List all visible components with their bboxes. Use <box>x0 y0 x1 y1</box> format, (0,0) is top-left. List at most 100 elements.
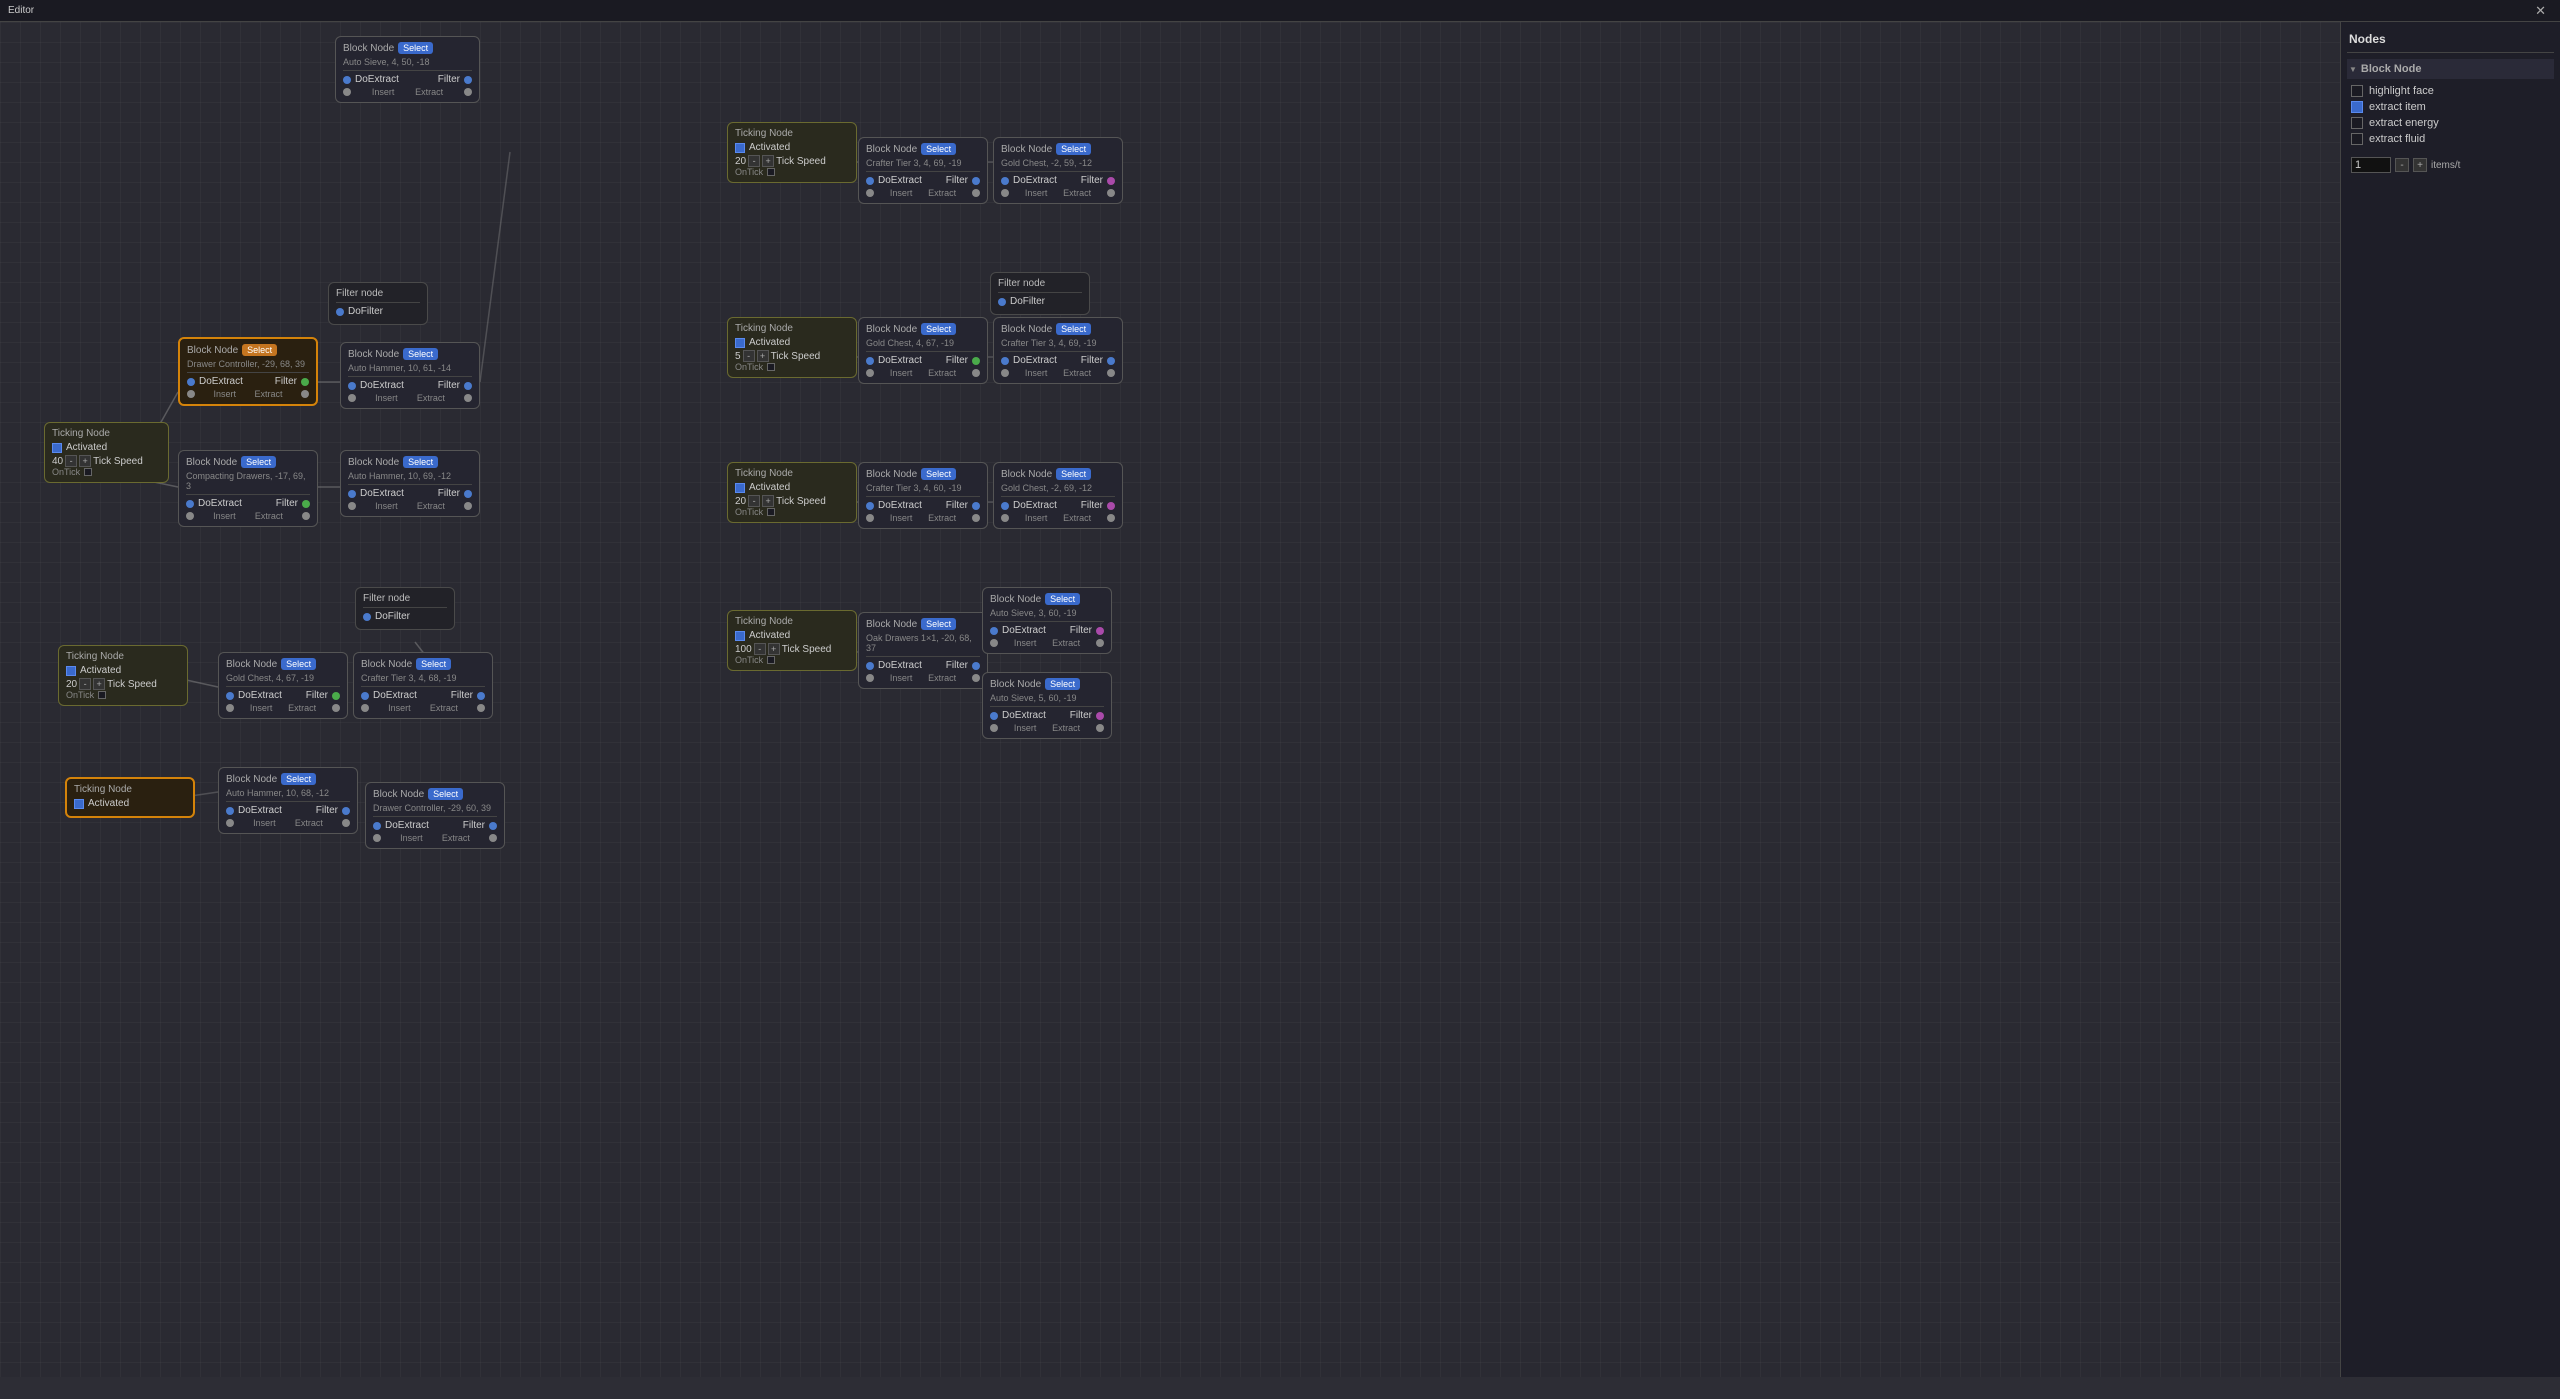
activated-checkbox[interactable] <box>735 483 745 493</box>
node-block-autosieve2[interactable]: Block Node Select Auto Sieve, 3, 60, -19… <box>982 587 1112 654</box>
tick-plus[interactable]: + <box>762 155 774 167</box>
node-block-crafter4[interactable]: Block Node Select Crafter Tier 3, 4, 68,… <box>353 652 493 719</box>
select-button[interactable]: Select <box>398 42 433 54</box>
sidebar-item-extract-energy[interactable]: extract energy <box>2347 115 2554 131</box>
select-button[interactable]: Select <box>403 456 438 468</box>
activated-row: Activated <box>735 482 849 493</box>
tick-plus[interactable]: + <box>768 643 780 655</box>
tick-minus[interactable]: - <box>65 455 77 467</box>
select-button[interactable]: Select <box>1056 323 1091 335</box>
node-block-autohammer3[interactable]: Block Node Select Auto Hammer, 10, 68, -… <box>218 767 358 834</box>
tick-speed-row: 100 - + Tick Speed <box>735 643 849 655</box>
extract-item-checkbox[interactable] <box>2351 101 2363 113</box>
activated-checkbox[interactable] <box>735 143 745 153</box>
node-ticking-4[interactable]: Ticking Node Activated 20 - + Tick Speed… <box>727 462 857 523</box>
node-block-drawerctrl[interactable]: Block Node Select Drawer Controller, -29… <box>178 337 318 406</box>
counter-plus[interactable]: + <box>2413 158 2427 172</box>
node-type: Ticking Node <box>735 616 793 627</box>
counter-input[interactable] <box>2351 157 2391 173</box>
tick-plus[interactable]: + <box>762 495 774 507</box>
tick-minus[interactable]: - <box>743 350 755 362</box>
node-block-crafter1[interactable]: Block Node Select Crafter Tier 3, 4, 69,… <box>858 137 988 204</box>
extract-label: Extract <box>415 87 443 97</box>
select-button[interactable]: Select <box>241 456 276 468</box>
node-filter-3[interactable]: Filter node DoFilter <box>355 587 455 630</box>
node-block-compacting[interactable]: Block Node Select Compacting Drawers, -1… <box>178 450 318 527</box>
node-ticking-5[interactable]: Ticking Node Activated 20 - + Tick Speed… <box>58 645 188 706</box>
ontick-checkbox[interactable] <box>98 691 106 699</box>
tick-plus[interactable]: + <box>757 350 769 362</box>
node-ticking-3[interactable]: Ticking Node Activated 5 - + Tick Speed … <box>727 317 857 378</box>
node-ticking-activated[interactable]: Ticking Node Activated <box>65 777 195 818</box>
activated-checkbox[interactable] <box>735 338 745 348</box>
insert-port <box>348 394 356 402</box>
extract-fluid-checkbox[interactable] <box>2351 133 2363 145</box>
highlight-face-checkbox[interactable] <box>2351 85 2363 97</box>
insert-port <box>1001 514 1009 522</box>
select-button[interactable]: Select <box>1045 678 1080 690</box>
select-button[interactable]: Select <box>1045 593 1080 605</box>
filter-dot <box>464 76 472 84</box>
select-button[interactable]: Select <box>921 143 956 155</box>
select-button[interactable]: Select <box>403 348 438 360</box>
filter-label: Filter <box>451 690 473 701</box>
sidebar-item-extract-item[interactable]: extract item <box>2347 99 2554 115</box>
tick-minus[interactable]: - <box>748 495 760 507</box>
filter-label: Filter <box>306 690 328 701</box>
node-canvas[interactable]: Block Node Select Auto Sieve, 4, 50, -18… <box>0 22 2340 1377</box>
extract-energy-checkbox[interactable] <box>2351 117 2363 129</box>
ontick-checkbox[interactable] <box>767 508 775 516</box>
extract-row: DoExtract Filter <box>1001 500 1115 511</box>
node-ticking-6[interactable]: Ticking Node Activated 100 - + Tick Spee… <box>727 610 857 671</box>
node-block-autohammer1[interactable]: Block Node Select Auto Hammer, 10, 61, -… <box>340 342 480 409</box>
extract-dot <box>866 357 874 365</box>
extract-item-label: extract item <box>2369 101 2426 113</box>
activated-checkbox[interactable] <box>74 799 84 809</box>
tick-minus[interactable]: - <box>79 678 91 690</box>
node-block-crafter2[interactable]: Block Node Select Crafter Tier 3, 4, 69,… <box>993 317 1123 384</box>
node-block-goldchest4[interactable]: Block Node Select Gold Chest, 4, 67, -19… <box>218 652 348 719</box>
activated-checkbox[interactable] <box>52 443 62 453</box>
node-filter-2[interactable]: Filter node DoFilter <box>990 272 1090 315</box>
node-block-autohammer2[interactable]: Block Node Select Auto Hammer, 10, 69, -… <box>340 450 480 517</box>
tick-plus[interactable]: + <box>93 678 105 690</box>
sidebar-item-highlight-face[interactable]: highlight face <box>2347 83 2554 99</box>
ontick-checkbox[interactable] <box>767 363 775 371</box>
ontick-checkbox[interactable] <box>84 468 92 476</box>
select-button[interactable]: Select <box>281 658 316 670</box>
select-button[interactable]: Select <box>921 618 956 630</box>
titlebar-close[interactable]: ✕ <box>2529 3 2552 19</box>
node-block-goldchest1[interactable]: Block Node Select Gold Chest, -2, 59, -1… <box>993 137 1123 204</box>
ontick-label: OnTick <box>735 362 763 372</box>
node-ticking-1[interactable]: Ticking Node Activated 20 - + Tick Speed… <box>727 122 857 183</box>
select-button[interactable]: Select <box>921 323 956 335</box>
extract-dot <box>343 76 351 84</box>
node-block-autosieve-top[interactable]: Block Node Select Auto Sieve, 4, 50, -18… <box>335 36 480 103</box>
select-button[interactable]: Select <box>1056 468 1091 480</box>
node-ticking-2[interactable]: Ticking Node Activated 40 - + Tick Speed… <box>44 422 169 483</box>
select-button[interactable]: Select <box>428 788 463 800</box>
tick-plus[interactable]: + <box>79 455 91 467</box>
node-block-autosieve3[interactable]: Block Node Select Auto Sieve, 5, 60, -19… <box>982 672 1112 739</box>
node-block-crafter3[interactable]: Block Node Select Crafter Tier 3, 4, 60,… <box>858 462 988 529</box>
select-button[interactable]: Select <box>242 344 277 356</box>
tick-minus[interactable]: - <box>754 643 766 655</box>
select-button[interactable]: Select <box>416 658 451 670</box>
node-block-drawerctrl2[interactable]: Block Node Select Drawer Controller, -29… <box>365 782 505 849</box>
ontick-checkbox[interactable] <box>767 656 775 664</box>
sidebar-item-extract-fluid[interactable]: extract fluid <box>2347 131 2554 147</box>
activated-checkbox[interactable] <box>735 631 745 641</box>
sidebar-title: Nodes <box>2347 28 2554 53</box>
node-block-goldchest3[interactable]: Block Node Select Gold Chest, -2, 69, -1… <box>993 462 1123 529</box>
node-type: Block Node <box>343 43 394 54</box>
node-block-goldchest2[interactable]: Block Node Select Gold Chest, 4, 67, -19… <box>858 317 988 384</box>
activated-checkbox[interactable] <box>66 666 76 676</box>
ontick-checkbox[interactable] <box>767 168 775 176</box>
select-button[interactable]: Select <box>921 468 956 480</box>
node-block-oakdrawers[interactable]: Block Node Select Oak Drawers 1×1, -20, … <box>858 612 988 689</box>
select-button[interactable]: Select <box>281 773 316 785</box>
counter-minus[interactable]: - <box>2395 158 2409 172</box>
tick-minus[interactable]: - <box>748 155 760 167</box>
node-filter-1[interactable]: Filter node DoFilter <box>328 282 428 325</box>
select-button[interactable]: Select <box>1056 143 1091 155</box>
